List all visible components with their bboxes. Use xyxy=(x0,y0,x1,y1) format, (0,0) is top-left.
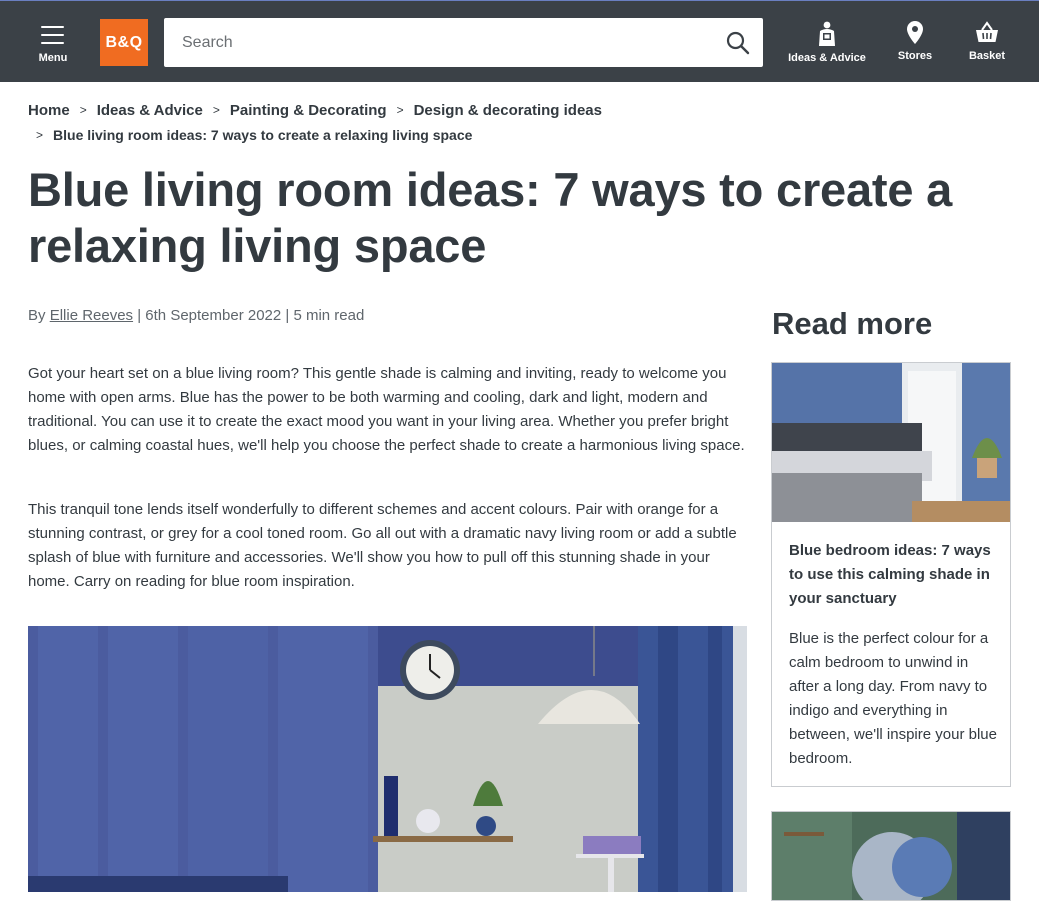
breadcrumb: Home > Ideas & Advice > Painting & Decoratin… xyxy=(28,99,728,148)
map-pin-icon xyxy=(907,21,923,44)
hero-image xyxy=(28,626,747,892)
stores-label: Stores xyxy=(897,50,933,62)
related-article-card-2[interactable] xyxy=(771,811,1011,901)
article-meta: | 6th September 2022 | 5 min read xyxy=(137,307,365,324)
breadcrumb-design-ideas[interactable]: Design & decorating ideas xyxy=(414,102,602,119)
search-icon[interactable] xyxy=(725,30,751,56)
byline: By Ellie Reeves | 6th September 2022 | 5… xyxy=(28,307,364,324)
breadcrumb-painting-decorating[interactable]: Painting & Decorating xyxy=(230,102,387,119)
basket-icon xyxy=(976,21,998,42)
card-title: Blue bedroom ideas: 7 ways to use this c… xyxy=(789,542,991,607)
site-header: Menu B&Q Ideas & Advice Stores xyxy=(0,0,1039,82)
menu-button[interactable]: Menu xyxy=(30,21,76,67)
breadcrumb-home[interactable]: Home xyxy=(28,102,70,119)
card-image xyxy=(772,812,1010,900)
author-link[interactable]: Ellie Reeves xyxy=(50,307,133,324)
ideas-advice-link[interactable]: Ideas & Advice xyxy=(785,21,869,69)
related-article-card[interactable]: Blue bedroom ideas: 7 ways to use this c… xyxy=(771,362,1011,787)
menu-label: Menu xyxy=(38,52,68,64)
search-bar xyxy=(164,18,763,67)
chevron-right-icon: > xyxy=(36,128,44,142)
card-description: Blue is the perfect colour for a calm be… xyxy=(789,630,997,767)
bq-logo[interactable]: B&Q xyxy=(100,19,148,66)
search-input[interactable] xyxy=(164,18,709,67)
intro-paragraph: Got your heart set on a blue living room… xyxy=(28,365,745,454)
read-more-heading: Read more xyxy=(772,306,933,341)
hamburger-icon xyxy=(41,26,64,44)
chevron-right-icon: > xyxy=(212,103,220,117)
basket-link[interactable]: Basket xyxy=(964,21,1010,69)
card-image xyxy=(772,363,1010,522)
breadcrumb-ideas-advice[interactable]: Ideas & Advice xyxy=(97,102,203,119)
basket-label: Basket xyxy=(968,50,1006,62)
ideas-advice-label: Ideas & Advice xyxy=(788,52,866,64)
second-paragraph: This tranquil tone lends itself wonderfu… xyxy=(28,501,737,590)
chevron-right-icon: > xyxy=(79,103,87,117)
byline-prefix: By xyxy=(28,307,46,324)
page-title: Blue living room ideas: 7 ways to create… xyxy=(28,163,953,272)
breadcrumb-current: Blue living room ideas: 7 ways to create… xyxy=(53,127,473,143)
stores-link[interactable]: Stores xyxy=(893,21,937,69)
apron-person-icon xyxy=(819,21,835,46)
chevron-right-icon: > xyxy=(396,103,404,117)
